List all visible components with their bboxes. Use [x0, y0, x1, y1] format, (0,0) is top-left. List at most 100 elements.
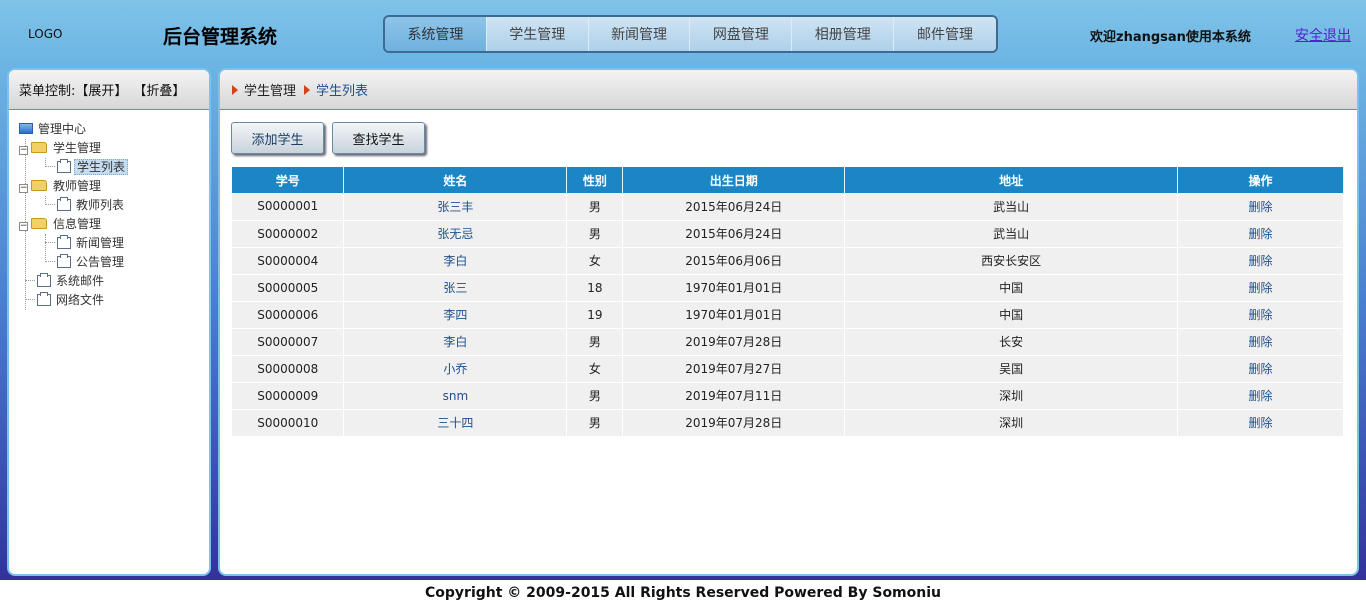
- delete-link[interactable]: 删除: [1177, 193, 1344, 221]
- cell-name[interactable]: 张三: [343, 274, 568, 302]
- nav-mail[interactable]: 邮件管理: [894, 17, 996, 51]
- arrow-right-icon: [304, 84, 311, 95]
- cell-gender: 男: [566, 193, 624, 221]
- cell-gender: 男: [566, 328, 624, 356]
- top-navigation: 系统管理 学生管理 新闻管理 网盘管理 相册管理 邮件管理: [383, 15, 998, 53]
- delete-link[interactable]: 删除: [1177, 382, 1344, 410]
- breadcrumb-item[interactable]: 学生管理: [244, 80, 296, 99]
- student-table: 学号 姓名 性别 出生日期 地址 操作 S0000001 张三丰男 2015年06月…: [232, 167, 1344, 437]
- cell-birth-date: 2019年07月28日: [622, 328, 846, 356]
- tree-item-notice[interactable]: 公告管理: [19, 253, 209, 272]
- table-header-row: 学号 姓名 性别 出生日期 地址 操作: [232, 167, 1344, 193]
- add-student-button[interactable]: 添加学生: [231, 122, 324, 154]
- nav-news[interactable]: 新闻管理: [588, 17, 691, 51]
- page-icon: [57, 235, 71, 249]
- cell-name[interactable]: 李白: [343, 247, 568, 275]
- cell-birth-date: 1970年01月01日: [622, 301, 846, 329]
- table-row: S0000007 李白男 2019年07月28日 长安 删除: [232, 328, 1344, 356]
- cell-name[interactable]: snm: [343, 382, 568, 410]
- tree-folder-label: 教师管理: [53, 179, 102, 193]
- cell-student-id: S0000005: [232, 274, 345, 302]
- folder-open-icon: [31, 142, 47, 153]
- nav-netdisk[interactable]: 网盘管理: [690, 17, 793, 51]
- tree-item-news[interactable]: 新闻管理: [19, 234, 209, 253]
- collapse-node-icon[interactable]: −: [19, 146, 28, 155]
- cell-birth-date: 1970年01月01日: [622, 274, 846, 302]
- cell-address: 长安: [844, 328, 1179, 356]
- collapse-node-icon[interactable]: −: [19, 222, 28, 231]
- table-row: S0000004 李白女 2015年06月06日 西安长安区 删除: [232, 247, 1344, 275]
- cell-address: 武当山: [844, 220, 1179, 248]
- page-icon: [57, 254, 71, 268]
- delete-link[interactable]: 删除: [1177, 301, 1344, 329]
- delete-link[interactable]: 删除: [1177, 247, 1344, 275]
- collapse-node-icon[interactable]: −: [19, 184, 28, 193]
- footer-copyright: Copyright © 2009-2015 All Rights Reserve…: [0, 580, 1366, 608]
- breadcrumb-current[interactable]: 学生列表: [316, 80, 368, 99]
- col-action-header: 操作: [1177, 167, 1344, 193]
- menu-control-label: 菜单控制:: [19, 84, 76, 99]
- col-address-header: 地址: [844, 167, 1179, 193]
- cell-name[interactable]: 张无忌: [343, 220, 568, 248]
- nav-album[interactable]: 相册管理: [792, 17, 895, 51]
- cell-name[interactable]: 李四: [343, 301, 568, 329]
- cell-gender: 女: [566, 247, 624, 275]
- tree-root[interactable]: 管理中心: [19, 120, 209, 139]
- tree-folder-teacher[interactable]: − 教师管理: [19, 177, 209, 196]
- tree-item-label: 系统邮件: [56, 274, 105, 288]
- col-gender-header: 性别: [566, 167, 624, 193]
- tree-item-label: 教师列表: [76, 198, 125, 212]
- cell-name[interactable]: 张三丰: [343, 193, 568, 221]
- page-icon: [57, 159, 71, 173]
- action-bar: 添加学生 查找学生: [231, 122, 425, 154]
- cell-birth-date: 2019年07月11日: [622, 382, 846, 410]
- delete-link[interactable]: 删除: [1177, 328, 1344, 356]
- cell-student-id: S0000009: [232, 382, 345, 410]
- main-panel: 学生管理 学生列表 添加学生 查找学生 学号 姓名 性别 出生日期 地址 操作 …: [218, 68, 1359, 576]
- collapse-menu-button[interactable]: 【折叠】: [133, 80, 185, 99]
- logout-link[interactable]: 安全退出: [1295, 25, 1351, 45]
- table-row: S0000009 snm 男 2019年07月11日 深圳 删除: [232, 382, 1344, 410]
- tree-item-label: 学生列表: [74, 159, 129, 175]
- tree-item-mail[interactable]: 系统邮件: [19, 272, 209, 291]
- col-name-header: 姓名: [343, 167, 568, 193]
- page-icon: [37, 292, 51, 306]
- cell-gender: 男: [566, 220, 624, 248]
- folder-open-icon: [31, 180, 47, 191]
- computer-icon: [19, 123, 33, 134]
- cell-birth-date: 2019年07月27日: [622, 355, 846, 383]
- cell-name[interactable]: 小乔: [343, 355, 568, 383]
- system-title: 后台管理系统: [163, 26, 278, 48]
- cell-name[interactable]: 三十四: [343, 409, 568, 437]
- breadcrumb: 学生管理 学生列表: [220, 70, 1357, 110]
- folder-open-icon: [31, 218, 47, 229]
- arrow-right-icon: [232, 84, 238, 95]
- cell-address: 西安长安区: [844, 247, 1179, 275]
- tree-folder-info[interactable]: − 信息管理: [19, 215, 209, 234]
- cell-address: 吴国: [844, 355, 1179, 383]
- table-row: S0000006 李四 19 1970年01月01日 中国 删除: [232, 301, 1344, 329]
- delete-link[interactable]: 删除: [1177, 274, 1344, 302]
- menu-control: 菜单控制: 【展开】 【折叠】: [9, 70, 209, 110]
- cell-student-id: S0000008: [232, 355, 345, 383]
- tree-item-netfile[interactable]: 网络文件: [19, 291, 209, 310]
- expand-menu-button[interactable]: 【展开】: [75, 80, 127, 99]
- nav-student[interactable]: 学生管理: [486, 17, 589, 51]
- tree-item-student-list[interactable]: 学生列表: [19, 158, 209, 177]
- cell-student-id: S0000010: [232, 409, 345, 437]
- cell-address: 中国: [844, 301, 1179, 329]
- tree-item-teacher-list[interactable]: 教师列表: [19, 196, 209, 215]
- delete-link[interactable]: 删除: [1177, 409, 1344, 437]
- cell-name[interactable]: 李白: [343, 328, 568, 356]
- delete-link[interactable]: 删除: [1177, 355, 1344, 383]
- nav-system[interactable]: 系统管理: [385, 17, 487, 51]
- table-row: S0000002 张无忌男 2015年06月24日 武当山 删除: [232, 220, 1344, 248]
- find-student-button[interactable]: 查找学生: [332, 122, 425, 154]
- welcome-text: 欢迎zhangsan使用本系统: [1090, 30, 1251, 45]
- page-icon: [57, 197, 71, 211]
- tree-root-label: 管理中心: [38, 122, 87, 136]
- header: LOGO 后台管理系统 系统管理 学生管理 新闻管理 网盘管理 相册管理 邮件管…: [0, 0, 1366, 66]
- cell-address: 深圳: [844, 382, 1179, 410]
- delete-link[interactable]: 删除: [1177, 220, 1344, 248]
- tree-folder-student[interactable]: − 学生管理: [19, 139, 209, 158]
